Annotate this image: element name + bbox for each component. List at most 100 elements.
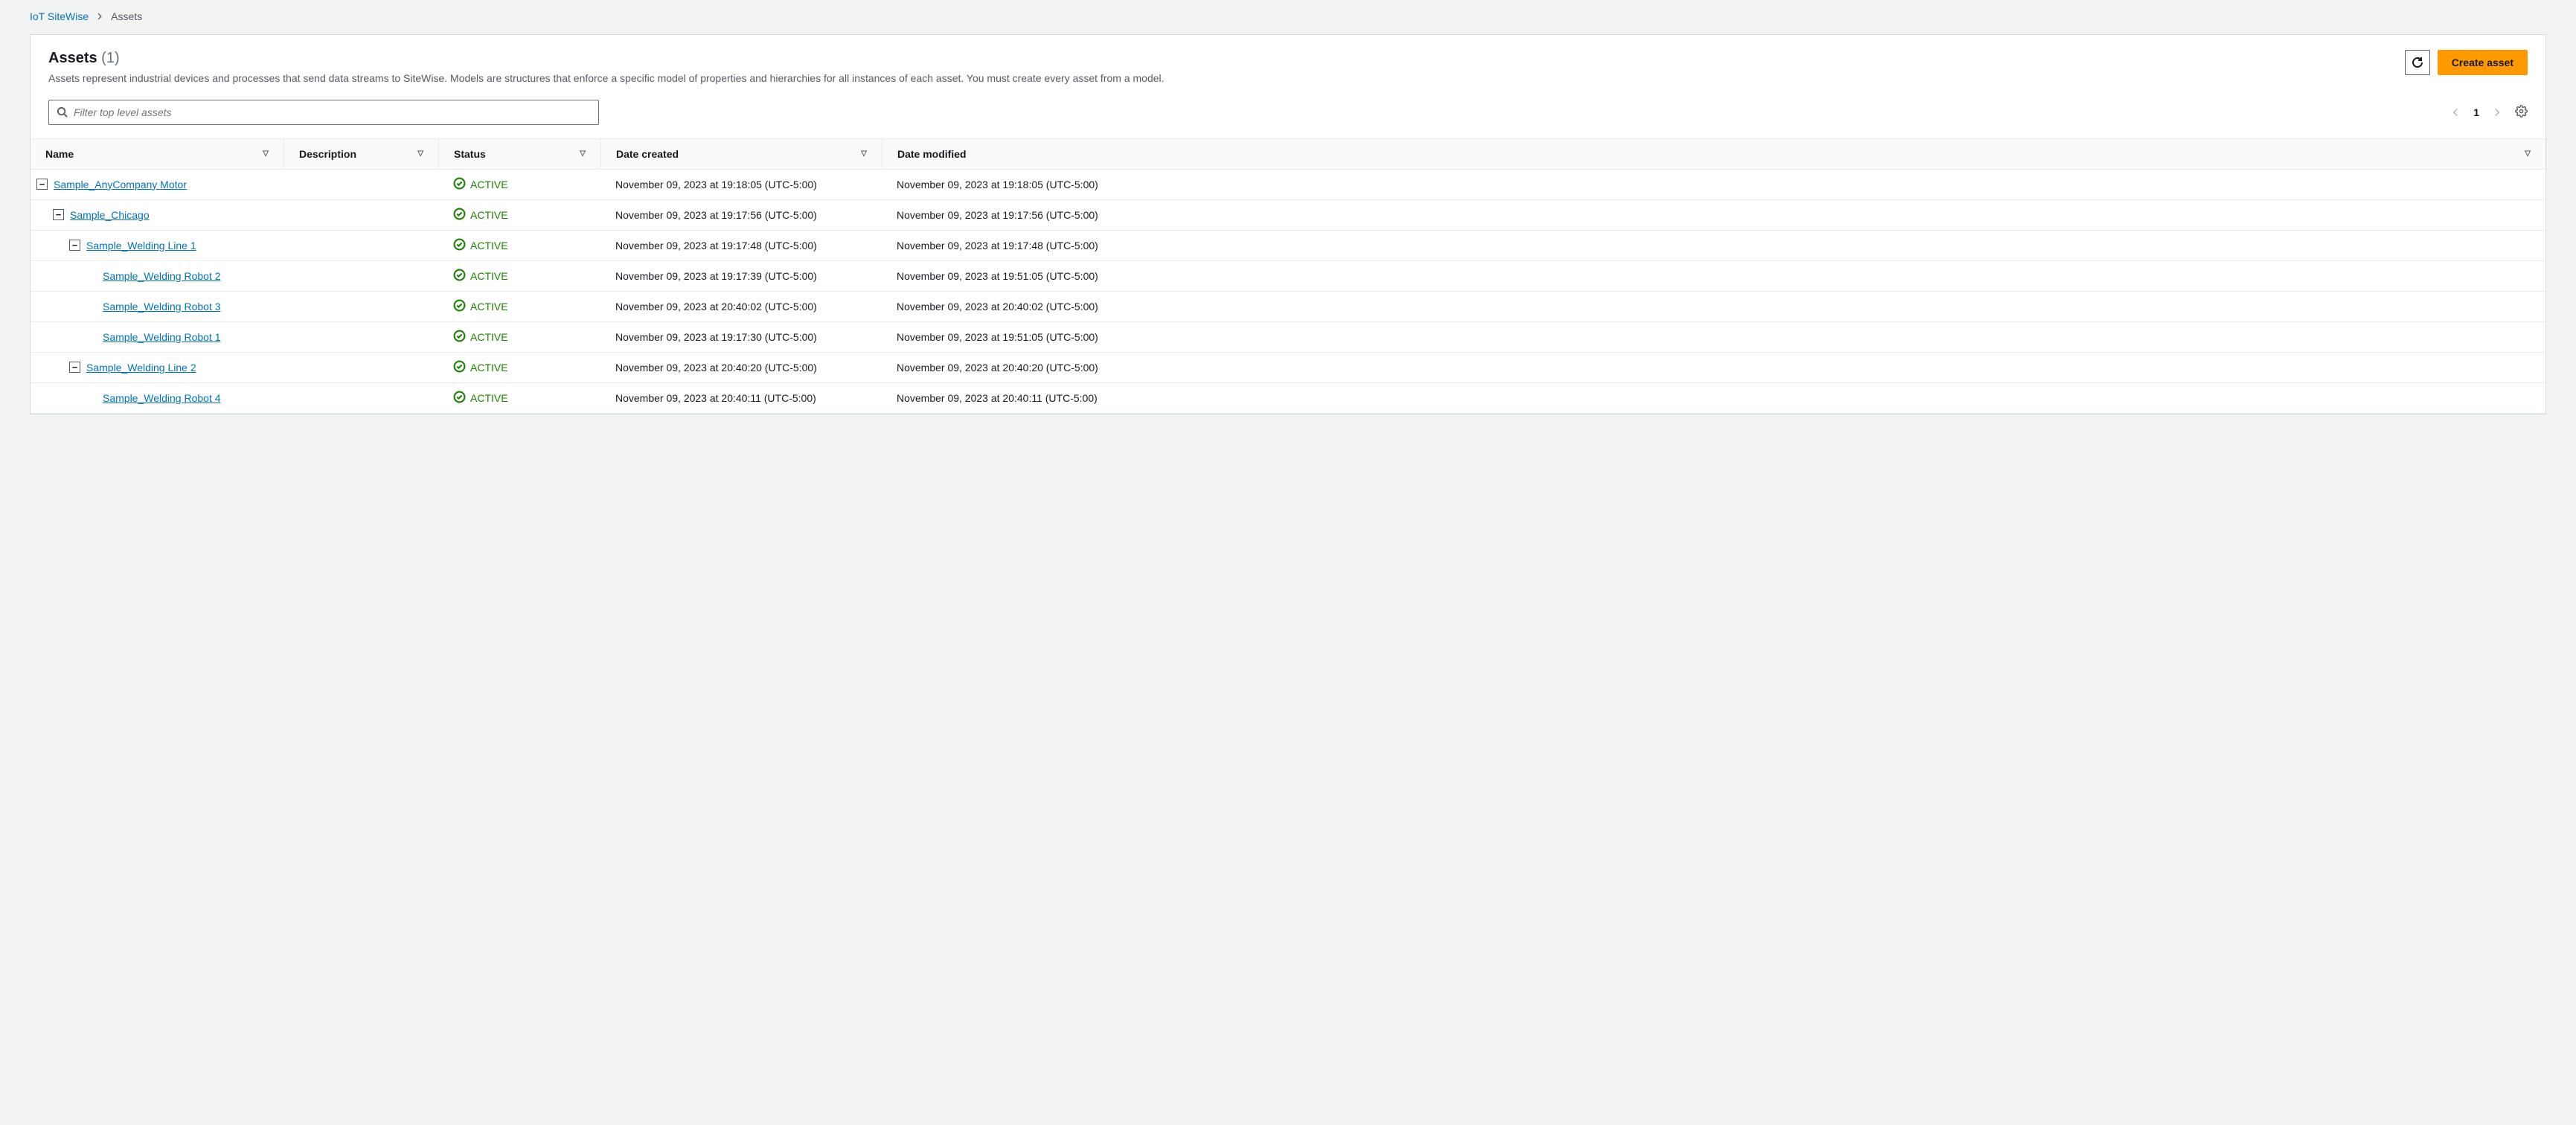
gear-icon xyxy=(2515,105,2528,118)
status-badge: ACTIVE xyxy=(453,391,508,406)
refresh-icon xyxy=(2412,57,2423,68)
check-circle-icon xyxy=(453,177,466,192)
col-header-description[interactable]: Description▽ xyxy=(283,139,438,169)
table-row: Sample_Welding Robot 4 ACTIVE November 09,… xyxy=(31,383,2545,414)
assets-panel: Assets (1) Assets represent industrial d… xyxy=(30,34,2546,414)
check-circle-icon xyxy=(453,330,466,344)
cell-modified: November 09, 2023 at 19:51:05 (UTC-5:00) xyxy=(882,261,2545,291)
cell-status: ACTIVE xyxy=(438,353,600,382)
cell-name: Sample_Welding Robot 1 xyxy=(31,322,283,352)
col-header-name[interactable]: Name▽ xyxy=(31,139,283,169)
status-badge: ACTIVE xyxy=(453,269,508,283)
cell-created: November 09, 2023 at 19:18:05 (UTC-5:00) xyxy=(600,170,882,199)
cell-description xyxy=(283,170,438,199)
page-prev-button[interactable] xyxy=(2451,108,2460,117)
asset-link[interactable]: Sample_AnyCompany Motor xyxy=(54,179,187,190)
cell-created: November 09, 2023 at 19:17:48 (UTC-5:00) xyxy=(600,231,882,260)
cell-created: November 09, 2023 at 19:17:39 (UTC-5:00) xyxy=(600,261,882,291)
col-header-modified[interactable]: Date modified▽ xyxy=(882,139,2545,169)
asset-link[interactable]: Sample_Welding Line 2 xyxy=(86,362,196,374)
check-circle-icon xyxy=(453,299,466,314)
search-container[interactable] xyxy=(48,100,599,125)
caret-down-icon: ▽ xyxy=(580,150,586,158)
status-badge: ACTIVE xyxy=(453,299,508,314)
table-row: −Sample_Welding Line 2 ACTIVE November 09,… xyxy=(31,353,2545,383)
asset-link[interactable]: Sample_Chicago xyxy=(70,209,150,221)
cell-description xyxy=(283,353,438,382)
cell-description xyxy=(283,383,438,413)
assets-count: (1) xyxy=(101,50,119,66)
table-row: −Sample_AnyCompany Motor ACTIVE November 0… xyxy=(31,170,2545,200)
cell-modified: November 09, 2023 at 20:40:20 (UTC-5:00) xyxy=(882,353,2545,382)
cell-modified: November 09, 2023 at 19:51:05 (UTC-5:00) xyxy=(882,322,2545,352)
cell-status: ACTIVE xyxy=(438,322,600,352)
cell-description xyxy=(283,322,438,352)
breadcrumb: IoT SiteWise Assets xyxy=(0,0,2576,30)
cell-description xyxy=(283,200,438,230)
cell-description xyxy=(283,292,438,321)
cell-status: ACTIVE xyxy=(438,170,600,199)
cell-status: ACTIVE xyxy=(438,200,600,230)
cell-created: November 09, 2023 at 19:17:30 (UTC-5:00) xyxy=(600,322,882,352)
caret-down-icon: ▽ xyxy=(861,150,867,158)
chevron-right-icon xyxy=(96,10,103,22)
table-row: −Sample_Welding Line 1 ACTIVE November 09,… xyxy=(31,231,2545,261)
col-header-status[interactable]: Status▽ xyxy=(438,139,600,169)
cell-modified: November 09, 2023 at 19:18:05 (UTC-5:00) xyxy=(882,170,2545,199)
search-input[interactable] xyxy=(74,106,591,118)
tree-collapse-toggle[interactable]: − xyxy=(36,179,48,190)
asset-link[interactable]: Sample_Welding Line 1 xyxy=(86,240,196,251)
cell-modified: November 09, 2023 at 19:17:56 (UTC-5:00) xyxy=(882,200,2545,230)
cell-status: ACTIVE xyxy=(438,261,600,291)
asset-link[interactable]: Sample_Welding Robot 3 xyxy=(103,301,221,312)
tree-collapse-toggle[interactable]: − xyxy=(69,240,80,251)
status-badge: ACTIVE xyxy=(453,238,508,253)
cell-created: November 09, 2023 at 20:40:11 (UTC-5:00) xyxy=(600,383,882,413)
page-title: Assets (1) xyxy=(48,50,120,66)
cell-status: ACTIVE xyxy=(438,231,600,260)
cell-modified: November 09, 2023 at 20:40:02 (UTC-5:00) xyxy=(882,292,2545,321)
status-badge: ACTIVE xyxy=(453,177,508,192)
cell-name: Sample_Welding Robot 2 xyxy=(31,261,283,291)
cell-name: Sample_Welding Robot 3 xyxy=(31,292,283,321)
chevron-right-icon xyxy=(2493,108,2502,117)
col-header-created[interactable]: Date created▽ xyxy=(600,139,882,169)
search-icon xyxy=(57,106,68,118)
asset-link[interactable]: Sample_Welding Robot 2 xyxy=(103,270,221,282)
table-row: Sample_Welding Robot 3 ACTIVE November 09,… xyxy=(31,292,2545,322)
cell-description xyxy=(283,231,438,260)
cell-status: ACTIVE xyxy=(438,383,600,413)
check-circle-icon xyxy=(453,238,466,253)
asset-link[interactable]: Sample_Welding Robot 4 xyxy=(103,392,221,404)
chevron-left-icon xyxy=(2451,108,2460,117)
refresh-button[interactable] xyxy=(2405,50,2430,75)
status-badge: ACTIVE xyxy=(453,330,508,344)
create-asset-button[interactable]: Create asset xyxy=(2438,50,2528,75)
caret-down-icon: ▽ xyxy=(2525,150,2531,158)
table-row: Sample_Welding Robot 2 ACTIVE November 09,… xyxy=(31,261,2545,292)
table-row: −Sample_ChicagoACTIVENovember 09, 2023 a… xyxy=(31,200,2545,231)
cell-created: November 09, 2023 at 19:17:56 (UTC-5:00) xyxy=(600,200,882,230)
page-number: 1 xyxy=(2473,106,2479,118)
table-header: Name▽ Description▽ Status▽ Date created▽… xyxy=(31,138,2545,170)
breadcrumb-root-link[interactable]: IoT SiteWise xyxy=(30,10,89,22)
page-next-button[interactable] xyxy=(2493,108,2502,117)
check-circle-icon xyxy=(453,360,466,375)
cell-name: −Sample_AnyCompany Motor xyxy=(31,170,283,199)
asset-link[interactable]: Sample_Welding Robot 1 xyxy=(103,331,221,343)
cell-name: −Sample_Welding Line 2 xyxy=(31,353,283,382)
table-row: Sample_Welding Robot 1 ACTIVE November 09,… xyxy=(31,322,2545,353)
check-circle-icon xyxy=(453,208,466,222)
check-circle-icon xyxy=(453,269,466,283)
cell-name: Sample_Welding Robot 4 xyxy=(31,383,283,413)
check-circle-icon xyxy=(453,391,466,406)
caret-down-icon: ▽ xyxy=(263,150,269,158)
cell-status: ACTIVE xyxy=(438,292,600,321)
tree-collapse-toggle[interactable]: − xyxy=(53,209,64,220)
breadcrumb-current: Assets xyxy=(111,10,142,22)
page-description: Assets represent industrial devices and … xyxy=(48,71,2405,86)
table-body: −Sample_AnyCompany MotorACTIVENovember 0… xyxy=(31,170,2545,414)
tree-collapse-toggle[interactable]: − xyxy=(69,362,80,373)
settings-button[interactable] xyxy=(2515,105,2528,120)
cell-description xyxy=(283,261,438,291)
